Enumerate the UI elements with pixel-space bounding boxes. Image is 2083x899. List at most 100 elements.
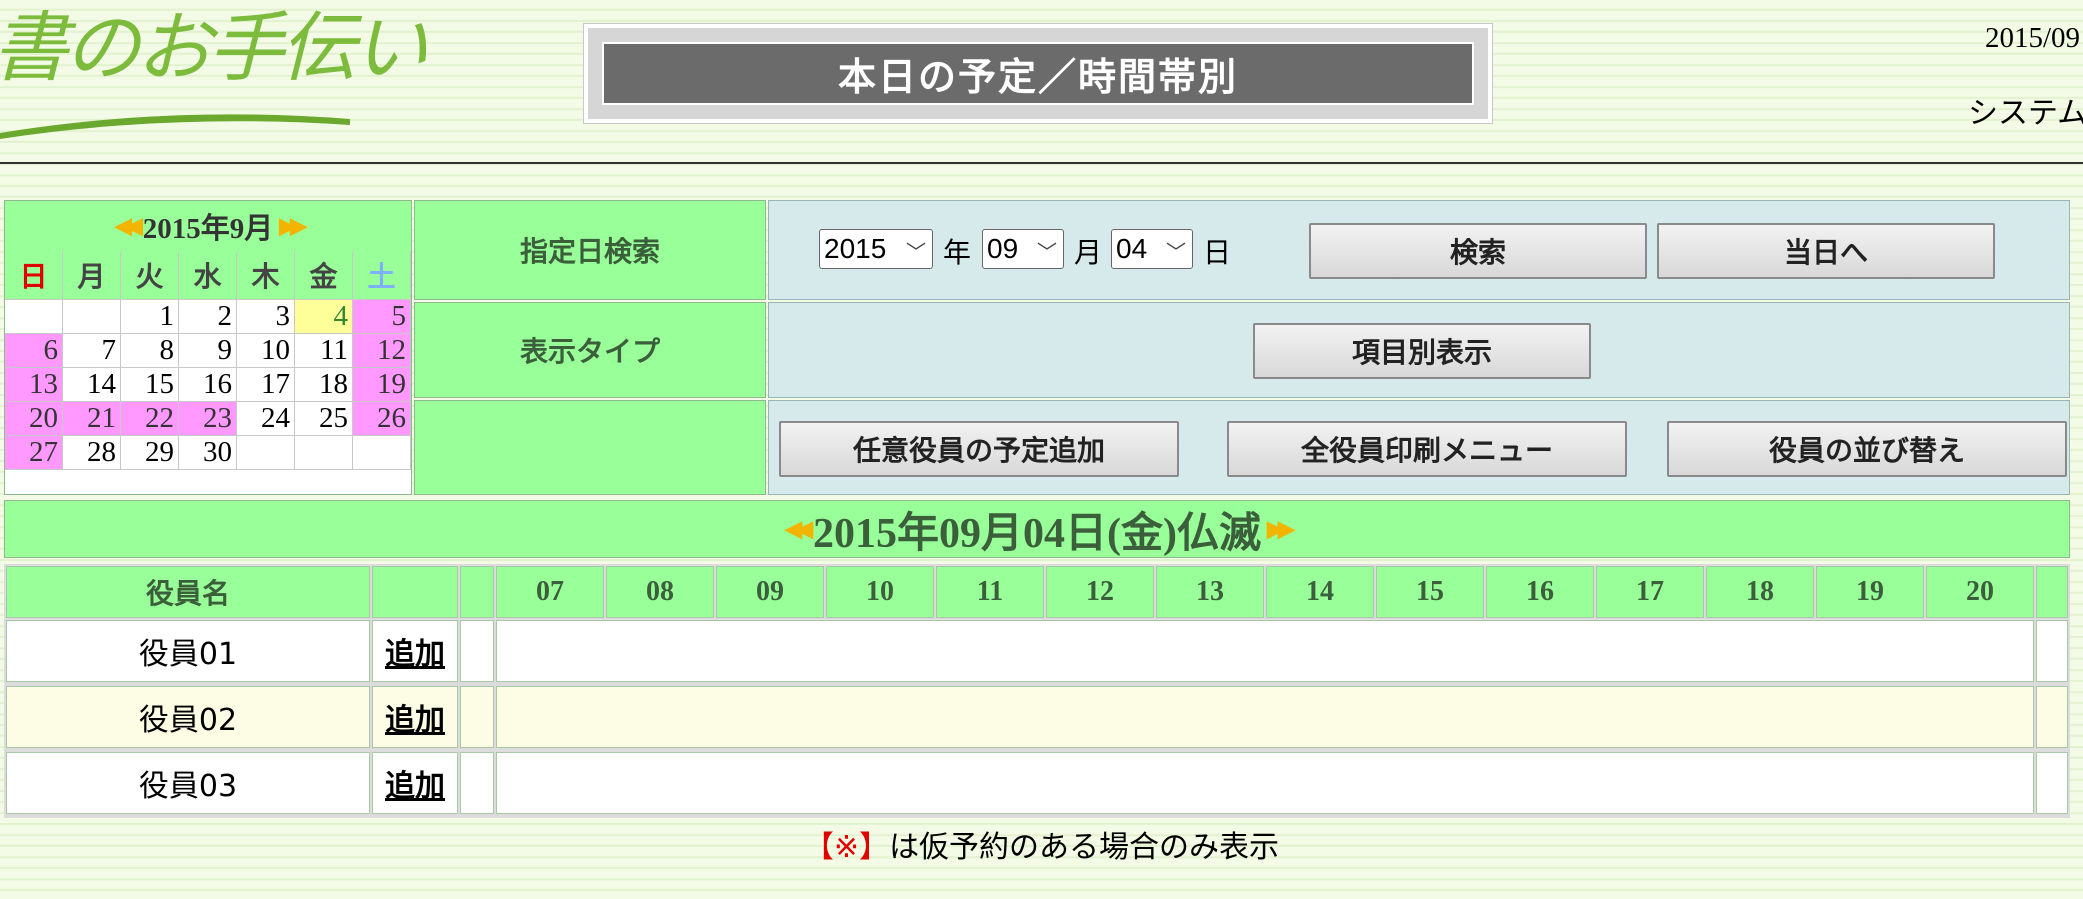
mark-cell	[460, 686, 494, 748]
calendar-day[interactable]: 11	[295, 334, 353, 368]
calendar-day[interactable]: 9	[179, 334, 237, 368]
end-cell	[2036, 620, 2068, 682]
day-banner: ◀◀ 2015年09月04日(金)仏滅 ▶▶	[4, 500, 2070, 558]
calendar-day[interactable]: 18	[295, 368, 353, 402]
officer-name: 役員01	[6, 620, 370, 682]
chevron-down-icon: ﹀	[1166, 242, 1186, 264]
date-search-label: 指定日検索	[414, 200, 766, 300]
hour-header: 17	[1596, 566, 1704, 618]
chevron-down-icon: ﹀	[906, 242, 926, 264]
calendar-day-today[interactable]: 4	[295, 300, 353, 334]
today-button[interactable]: 当日へ	[1657, 223, 1995, 279]
mark-cell	[460, 752, 494, 814]
calendar-day[interactable]: 19	[353, 368, 411, 402]
month-unit: 月	[1074, 236, 1103, 269]
actions-label	[414, 400, 766, 495]
calendar-day[interactable]: 22	[121, 402, 179, 436]
day-select[interactable]: 04 ﹀	[1111, 229, 1193, 269]
hour-header: 08	[606, 566, 714, 618]
calendar-day[interactable]: 21	[63, 402, 121, 436]
hour-header: 18	[1706, 566, 1814, 618]
calendar-day[interactable]: 12	[353, 334, 411, 368]
add-link[interactable]: 追加	[372, 752, 458, 814]
mark-column-header	[460, 566, 494, 618]
system-link[interactable]: システム	[1968, 88, 2083, 132]
calendar-day[interactable]: 25	[295, 402, 353, 436]
search-button[interactable]: 検索	[1309, 223, 1647, 279]
hour-header: 15	[1376, 566, 1484, 618]
page-title-frame: 本日の予定／時間帯別	[583, 23, 1493, 124]
footnote-text: は仮予約のある場合のみ表示	[889, 830, 1280, 865]
calendar-grid: 日 月 火 水 木 金 土 1 2 3 4 5 6 7 8 9 10 11 12…	[5, 251, 411, 495]
calendar-day[interactable]: 1	[121, 300, 179, 334]
calendar-day[interactable]: 7	[63, 334, 121, 368]
calendar-day[interactable]: 15	[121, 368, 179, 402]
add-link[interactable]: 追加	[372, 686, 458, 748]
hour-header: 11	[936, 566, 1044, 618]
hour-header: 13	[1156, 566, 1264, 618]
schedule-table: 役員名 07 08 09 10 11 12 13 14 15 16 17 18 …	[4, 564, 2070, 818]
hour-header: 16	[1486, 566, 1594, 618]
calendar-day[interactable]: 14	[63, 368, 121, 402]
timeline-row[interactable]	[496, 686, 2034, 748]
calendar-header: ◀◀ 2015年9月 ▶▶	[5, 201, 411, 252]
hour-header: 19	[1816, 566, 1924, 618]
calendar-day[interactable]: 2	[179, 300, 237, 334]
hour-header: 12	[1046, 566, 1154, 618]
timeline-row[interactable]	[496, 620, 2034, 682]
day-banner-title: 2015年09月04日(金)仏滅	[813, 510, 1261, 557]
add-link[interactable]: 追加	[372, 620, 458, 682]
chevron-down-icon: ﹀	[1037, 242, 1057, 264]
calendar-day[interactable]: 23	[179, 402, 237, 436]
officer-name: 役員03	[6, 752, 370, 814]
print-menu-button[interactable]: 全役員印刷メニュー	[1227, 421, 1627, 477]
calendar-day[interactable]: 8	[121, 334, 179, 368]
actions-panel: 任意役員の予定追加 全役員印刷メニュー 役員の並び替え	[768, 400, 2070, 495]
calendar-day[interactable]: 17	[237, 368, 295, 402]
mark-cell	[460, 620, 494, 682]
calendar-day[interactable]: 24	[237, 402, 295, 436]
weekday-sat: 土	[353, 251, 411, 300]
add-schedule-button[interactable]: 任意役員の予定追加	[779, 421, 1179, 477]
calendar-day[interactable]: 27	[5, 436, 63, 470]
weekday-thu: 木	[237, 251, 295, 300]
calendar-day[interactable]: 26	[353, 402, 411, 436]
calendar-day[interactable]: 30	[179, 436, 237, 470]
reorder-button[interactable]: 役員の並び替え	[1667, 421, 2067, 477]
calendar-day[interactable]: 10	[237, 334, 295, 368]
hour-header: 07	[496, 566, 604, 618]
calendar-day	[295, 436, 353, 470]
footnote: 【※】は仮予約のある場合のみ表示	[0, 822, 2083, 866]
display-type-label: 表示タイプ	[414, 302, 766, 398]
calendar-day	[63, 300, 121, 334]
item-view-button[interactable]: 項目別表示	[1253, 323, 1591, 379]
calendar-day[interactable]: 29	[121, 436, 179, 470]
calendar-day[interactable]: 28	[63, 436, 121, 470]
officer-name-header: 役員名	[6, 566, 370, 618]
timeline-row[interactable]	[496, 752, 2034, 814]
year-select[interactable]: 2015 ﹀	[819, 229, 933, 269]
calendar-day	[5, 300, 63, 334]
prev-day-icon[interactable]: ◀◀	[785, 516, 813, 542]
display-type-panel: 項目別表示	[768, 302, 2070, 398]
prev-month-icon[interactable]: ◀◀	[115, 213, 143, 239]
calendar-day[interactable]: 20	[5, 402, 63, 436]
calendar-day[interactable]: 6	[5, 334, 63, 368]
add-column-header	[372, 566, 458, 618]
weekday-wed: 水	[179, 251, 237, 300]
header-date: 2015/09	[1985, 22, 2081, 54]
calendar-month-title: 2015年9月	[142, 213, 274, 245]
month-select[interactable]: 09 ﹀	[982, 229, 1064, 269]
weekday-fri: 金	[295, 251, 353, 300]
logo: 書のお手伝い	[0, 3, 428, 92]
date-search-panel: 2015 ﹀ 年 09 ﹀ 月 04 ﹀ 日 検索 当日へ	[768, 200, 2070, 300]
year-unit: 年	[943, 236, 972, 269]
next-month-icon[interactable]: ▶▶	[279, 213, 307, 239]
next-day-icon[interactable]: ▶▶	[1267, 516, 1295, 542]
calendar-day[interactable]: 13	[5, 368, 63, 402]
calendar-day[interactable]: 3	[237, 300, 295, 334]
calendar-day[interactable]: 16	[179, 368, 237, 402]
end-column-header	[2036, 566, 2068, 618]
calendar-day[interactable]: 5	[353, 300, 411, 334]
hour-header: 09	[716, 566, 824, 618]
